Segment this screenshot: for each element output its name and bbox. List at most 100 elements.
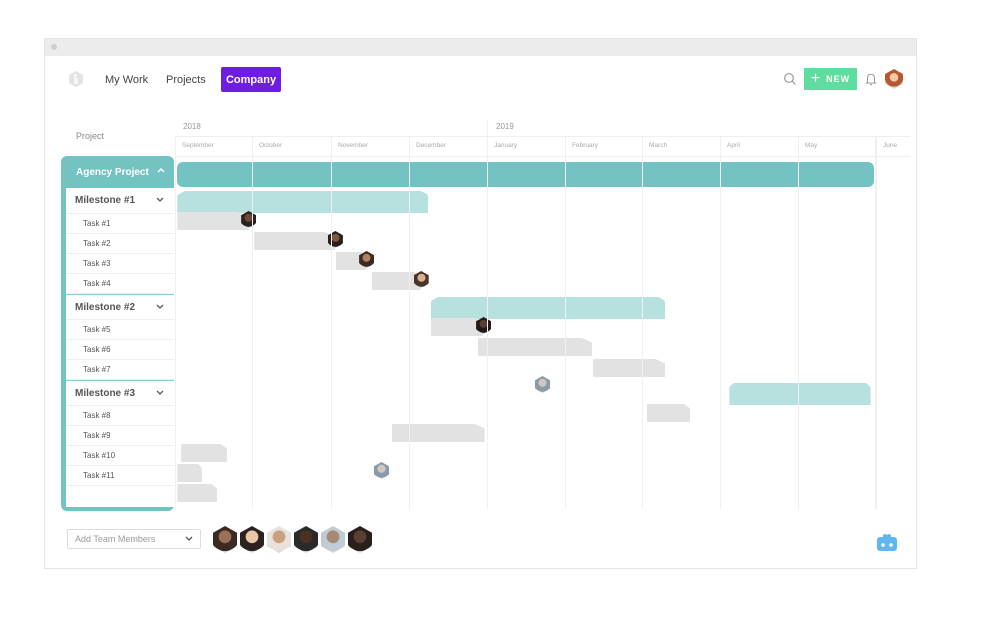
month-gridline: [175, 136, 176, 509]
milestone-bar[interactable]: [430, 297, 666, 319]
assignee-avatar[interactable]: [374, 462, 389, 479]
task-row[interactable]: Task #2: [66, 234, 174, 254]
task-label: Task #11: [83, 471, 115, 480]
chevron-down-icon[interactable]: [156, 197, 164, 203]
title-bar: [45, 39, 916, 56]
task-label: Task #2: [83, 239, 111, 248]
nav-my-work[interactable]: My Work: [105, 74, 148, 86]
month-label-june: June: [883, 142, 898, 149]
task-bar[interactable]: [478, 338, 592, 356]
app-window: My Work Projects Company + NEW Project 2…: [44, 38, 917, 569]
team-member-avatar[interactable]: [213, 526, 237, 553]
add-team-members-select[interactable]: Add Team Members: [67, 529, 201, 549]
header-divider: [175, 136, 910, 137]
task-row[interactable]: Task #8: [66, 406, 174, 426]
project-bar[interactable]: [177, 162, 874, 187]
task-bar[interactable]: [181, 444, 228, 462]
top-nav: My Work Projects Company + NEW: [45, 56, 916, 106]
task-row[interactable]: Task #6: [66, 340, 174, 360]
milestone-label: Milestone #3: [75, 387, 136, 399]
milestone-label: Milestone #1: [75, 195, 136, 206]
month-label-march: March: [649, 142, 668, 149]
month-gridline: [565, 136, 566, 509]
milestone-label: Milestone #2: [75, 301, 136, 313]
chevron-down-icon: [185, 536, 193, 541]
user-avatar[interactable]: [885, 69, 903, 89]
task-label: Task #6: [83, 345, 111, 354]
chevron-up-icon[interactable]: [157, 166, 165, 174]
task-label: Task #7: [83, 365, 111, 374]
month-gridline: [252, 136, 253, 509]
month-label-april: April: [727, 142, 741, 149]
team-member-avatar[interactable]: [294, 526, 318, 553]
month-label-january: January: [494, 142, 518, 149]
team-member-avatar[interactable]: [348, 526, 372, 553]
month-label-february: February: [572, 142, 599, 149]
hexagon-logo-icon[interactable]: [69, 71, 83, 87]
project-toggle[interactable]: Agency Project: [61, 156, 174, 188]
task-bar[interactable]: [254, 232, 335, 250]
bell-icon[interactable]: [865, 72, 877, 86]
milestone-bar[interactable]: [177, 191, 429, 213]
new-button-label: NEW: [826, 74, 851, 84]
task-row[interactable]: Task #10: [66, 446, 174, 466]
month-gridline: [409, 136, 410, 509]
team-select-placeholder: Add Team Members: [75, 534, 156, 544]
month-label-november: November: [338, 142, 368, 149]
month-label-september: September: [182, 142, 214, 149]
year-label-2019: 2019: [496, 122, 514, 131]
task-bar[interactable]: [593, 359, 666, 377]
month-gridline: [875, 136, 876, 509]
project-column-header: Project: [76, 131, 105, 141]
project-sidebar: Agency Project Milestone #1 Task #1 Task #…: [61, 156, 174, 511]
window-control-dot[interactable]: [51, 44, 57, 50]
task-row[interactable]: Task #3: [66, 254, 174, 274]
chevron-down-icon[interactable]: [156, 390, 164, 396]
task-label: Task #9: [83, 431, 111, 440]
month-gridline: [720, 136, 721, 509]
plus-icon: +: [810, 70, 822, 87]
row-list: Milestone #1 Task #1 Task #2 Task #3 Task #4…: [66, 188, 174, 507]
task-label: Task #3: [83, 259, 111, 268]
task-bar[interactable]: [430, 318, 484, 336]
nav-company[interactable]: Company: [221, 67, 281, 92]
task-bar[interactable]: [646, 404, 691, 422]
task-row[interactable]: Task #5: [66, 320, 174, 340]
month-gridline: [876, 136, 877, 509]
month-label-october: October: [259, 142, 283, 149]
team-member-avatar[interactable]: [267, 526, 291, 553]
task-row[interactable]: Task #4: [66, 274, 174, 294]
robot-icon[interactable]: [876, 531, 898, 553]
task-row[interactable]: Task #9: [66, 426, 174, 446]
task-label: Task #10: [83, 451, 116, 460]
milestone-row[interactable]: Milestone #1: [66, 188, 174, 214]
milestone-bar[interactable]: [729, 383, 871, 405]
task-label: Task #1: [83, 219, 111, 228]
month-label-december: December: [416, 142, 446, 149]
milestone-row[interactable]: Milestone #2: [66, 294, 174, 320]
month-gridline: [331, 136, 332, 509]
milestone-row[interactable]: Milestone #3: [66, 380, 174, 406]
task-label: Task #4: [83, 279, 111, 288]
search-icon[interactable]: [783, 72, 797, 86]
year-label-2018: 2018: [183, 122, 201, 131]
task-bar[interactable]: [177, 212, 249, 230]
task-row[interactable]: Task #7: [66, 360, 174, 380]
team-member-avatar[interactable]: [321, 526, 345, 553]
nav-projects[interactable]: Projects: [166, 74, 206, 86]
month-label-may: May: [805, 142, 818, 149]
month-gridline: [487, 119, 488, 509]
task-bar[interactable]: [177, 464, 202, 482]
month-gridline: [642, 136, 643, 509]
team-member-avatar[interactable]: [240, 526, 264, 553]
task-bar[interactable]: [371, 272, 421, 290]
month-gridline: [798, 136, 799, 509]
assignee-avatar[interactable]: [535, 376, 550, 393]
task-label: Task #8: [83, 411, 111, 420]
task-row[interactable]: Task #11: [66, 466, 174, 486]
task-bar[interactable]: [392, 424, 485, 442]
new-button[interactable]: + NEW: [804, 68, 857, 90]
task-bar[interactable]: [177, 484, 218, 502]
chevron-down-icon[interactable]: [156, 304, 164, 310]
task-row[interactable]: Task #1: [66, 214, 174, 234]
